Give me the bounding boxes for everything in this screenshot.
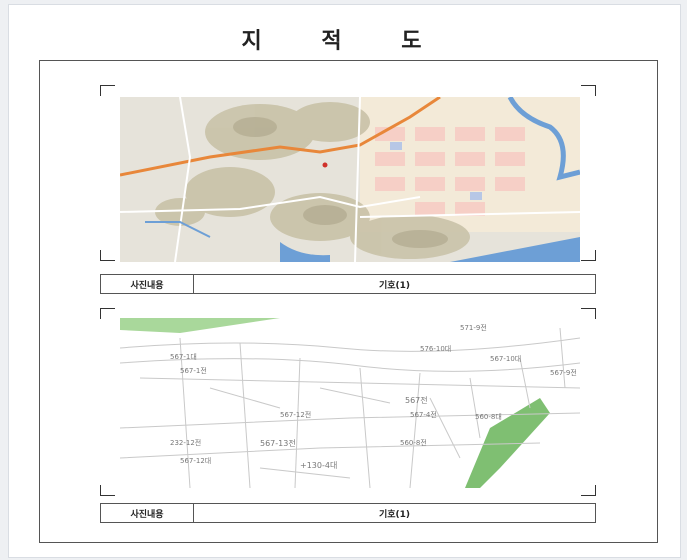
parcel-label: 567-12대 (180, 457, 212, 465)
document-page: 지 적 도 사진내용 기호(1) 571-9전 576-10대 567-1대 5… (8, 4, 681, 558)
crop-mark (100, 85, 115, 96)
caption-value: 기호(1) (378, 280, 411, 291)
parcel-label: 567-9전 (550, 369, 577, 377)
caption-value: 기호(1) (378, 509, 411, 520)
crop-mark (100, 308, 115, 319)
document-frame: 사진내용 기호(1) 571-9전 576-10대 567-1대 567-10대… (39, 60, 658, 543)
parcel-label: 567전 (405, 396, 428, 405)
parcel-label: 567-10대 (490, 355, 522, 363)
parcel-labels: 571-9전 576-10대 567-1대 567-10대 567-9전 567… (120, 318, 580, 488)
crop-mark (581, 250, 596, 261)
crop-mark (581, 308, 596, 319)
parcel-label: 232-12전 (170, 439, 202, 447)
caption-label: 사진내용 (101, 504, 194, 522)
crop-mark (581, 485, 596, 496)
aerial-terrain-map (120, 97, 580, 262)
parcel-label: 571-9전 (460, 324, 487, 332)
parcel-label: 567-1대 (170, 353, 197, 361)
parcel-label: 560-8전 (400, 439, 427, 447)
parcel-label: 567-4전 (410, 411, 437, 419)
parcel-label: +130-4대 (300, 461, 338, 470)
parcel-label: 576-10대 (420, 345, 452, 353)
parcel-label: 567-1전 (180, 367, 207, 375)
photo-caption-2: 사진내용 기호(1) (100, 503, 596, 523)
parcel-label: 560-8대 (475, 413, 502, 421)
parcel-label: 567-13전 (260, 439, 296, 448)
parcel-label: 567-12전 (280, 411, 312, 419)
photo-panel-2: 571-9전 576-10대 567-1대 567-10대 567-9전 567… (100, 308, 596, 496)
crop-mark (100, 485, 115, 496)
crop-mark (100, 250, 115, 261)
photo-caption-1: 사진내용 기호(1) (100, 274, 596, 294)
caption-label: 사진내용 (101, 275, 194, 293)
page-title: 지 적 도 (241, 29, 448, 54)
crop-mark (581, 85, 596, 96)
photo-panel-1 (100, 85, 596, 262)
